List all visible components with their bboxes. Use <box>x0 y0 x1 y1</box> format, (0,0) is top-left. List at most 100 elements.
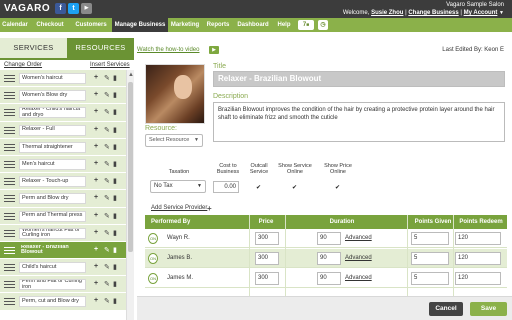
plus-icon[interactable]: + <box>94 194 98 201</box>
service-name-button[interactable]: Relaxer - Touch-up <box>19 176 86 188</box>
how-to-video-link[interactable]: Watch the how-to video <box>137 47 199 53</box>
advanced-link[interactable]: Advanced <box>345 235 372 241</box>
service-name-button[interactable]: Perm and Thermal press <box>19 210 86 222</box>
plus-icon[interactable]: + <box>94 246 98 253</box>
change-business-link[interactable]: Change Business <box>408 10 458 16</box>
pencil-icon[interactable]: ✎ <box>104 229 110 237</box>
trash-icon[interactable]: ▮ <box>113 126 117 134</box>
plus-icon[interactable]: + <box>94 229 98 236</box>
youtube-icon[interactable]: ▶ <box>81 3 92 14</box>
list-item[interactable]: Perm and Flat or Curling iron + ✎ ▮ <box>0 276 126 294</box>
pencil-icon[interactable]: ✎ <box>104 91 110 99</box>
cost-to-business-input[interactable]: 0.00 <box>213 181 239 193</box>
plus-icon[interactable]: + <box>94 74 98 81</box>
list-item[interactable]: Perm, cut and Blow dry + ✎ ▮ <box>0 293 126 311</box>
service-name-button[interactable]: Thermal straightener <box>19 141 86 153</box>
pencil-icon[interactable]: ✎ <box>104 212 110 220</box>
pencil-icon[interactable]: ✎ <box>104 263 110 271</box>
taxation-select[interactable]: No Tax ▼ <box>150 180 206 193</box>
drag-handle-icon[interactable] <box>4 195 15 203</box>
price-input[interactable]: 300 <box>255 252 279 265</box>
service-name-button[interactable]: Relaxer - Brazilian Blowout <box>19 245 86 256</box>
drag-handle-icon[interactable] <box>4 264 15 272</box>
trash-icon[interactable]: ▮ <box>113 263 117 271</box>
pencil-icon[interactable]: ✎ <box>104 177 110 185</box>
drag-handle-icon[interactable] <box>4 75 15 82</box>
nav-manage-business[interactable]: Manage Business <box>112 18 168 32</box>
nav-help[interactable]: Help <box>274 18 294 32</box>
points-given-input[interactable]: 5 <box>411 232 449 245</box>
list-item[interactable]: Women's haircut + ✎ ▮ <box>0 70 126 88</box>
plus-icon[interactable]: + <box>94 160 98 167</box>
drag-handle-icon[interactable] <box>4 212 15 220</box>
pencil-icon[interactable]: ✎ <box>104 280 110 288</box>
points-redeem-input[interactable]: 120 <box>455 252 501 265</box>
trash-icon[interactable]: ▮ <box>113 194 117 202</box>
nav-reports[interactable]: Reports <box>205 18 231 32</box>
points-given-input[interactable]: 5 <box>411 272 449 285</box>
trash-icon[interactable]: ▮ <box>113 177 117 185</box>
trash-icon[interactable]: ▮ <box>113 246 117 254</box>
trash-icon[interactable]: ▮ <box>113 280 117 288</box>
drag-handle-icon[interactable] <box>4 160 15 168</box>
scroll-thumb[interactable] <box>128 82 133 252</box>
nav-calendar[interactable]: Calendar <box>0 18 30 32</box>
service-photo[interactable] <box>145 64 205 124</box>
drag-handle-icon[interactable] <box>4 126 15 134</box>
pencil-icon[interactable]: ✎ <box>104 246 110 254</box>
drag-handle-icon[interactable] <box>4 143 15 151</box>
notification-badge[interactable]: 7■ <box>298 20 314 30</box>
service-name-button[interactable]: Relaxer - Child's haircut and dryo <box>19 107 86 119</box>
points-redeem-input[interactable]: 120 <box>455 272 501 285</box>
pencil-icon[interactable]: ✎ <box>104 160 110 168</box>
show-service-online-checkbox[interactable]: ✔ <box>292 184 297 191</box>
list-item[interactable]: Women's Blow dry + ✎ ▮ <box>0 87 126 105</box>
nav-dashboard[interactable]: Dashboard <box>236 18 270 32</box>
trash-icon[interactable]: ▮ <box>113 143 117 151</box>
plus-icon[interactable]: + <box>94 91 98 98</box>
change-order-link[interactable]: Change Order <box>4 62 42 68</box>
service-name-button[interactable]: Women's haircut Flat or Curling iron <box>19 227 86 239</box>
drag-handle-icon[interactable] <box>4 246 15 254</box>
service-list-scrollbar[interactable]: ▲ <box>126 70 134 320</box>
drag-handle-icon[interactable] <box>4 178 15 186</box>
resource-select[interactable]: Select Resource ▼ <box>145 134 203 147</box>
service-name-button[interactable]: Perm and Blow dry <box>19 193 86 205</box>
list-item[interactable]: Relaxer - Touch-up + ✎ ▮ <box>0 173 126 191</box>
service-name-button[interactable]: Perm and Flat or Curling iron <box>19 279 86 291</box>
facebook-icon[interactable]: f <box>55 3 66 14</box>
pencil-icon[interactable]: ✎ <box>104 297 110 305</box>
plus-icon[interactable]: + <box>94 280 98 287</box>
service-name-button[interactable]: Women's Blow dry <box>19 90 86 102</box>
service-name-button[interactable]: Child's haircut <box>19 262 86 274</box>
nav-marketing[interactable]: Marketing <box>170 18 200 32</box>
drag-handle-icon[interactable] <box>4 109 15 117</box>
save-button[interactable]: Save <box>470 302 507 316</box>
twitter-icon[interactable]: t <box>68 3 79 14</box>
service-name-button[interactable]: Men's haircut <box>19 158 86 170</box>
plus-icon[interactable]: + <box>94 263 98 270</box>
description-textarea[interactable]: Brazilian Blowout improves the condition… <box>213 102 505 142</box>
scroll-up-arrow-icon[interactable]: ▲ <box>128 72 134 78</box>
pencil-icon[interactable]: ✎ <box>104 108 110 116</box>
list-item[interactable]: Child's haircut + ✎ ▮ <box>0 259 126 277</box>
plus-icon[interactable]: + <box>94 126 98 133</box>
show-price-online-checkbox[interactable]: ✔ <box>335 184 340 191</box>
pencil-icon[interactable]: ✎ <box>104 143 110 151</box>
trash-icon[interactable]: ▮ <box>113 160 117 168</box>
pencil-icon[interactable]: ✎ <box>104 126 110 134</box>
insert-services-link[interactable]: Insert Services <box>90 62 130 68</box>
list-item[interactable]: Women's haircut Flat or Curling iron + ✎ ▮ <box>0 224 126 242</box>
duration-input[interactable]: 90 <box>317 252 341 265</box>
trash-icon[interactable]: ▮ <box>113 229 117 237</box>
drag-handle-icon[interactable] <box>4 229 15 237</box>
my-account-link[interactable]: My Account <box>464 10 498 16</box>
list-item[interactable]: Perm and Blow dry + ✎ ▮ <box>0 190 126 208</box>
add-service-provider-link[interactable]: Add Service Provider <box>151 205 207 211</box>
pencil-icon[interactable]: ✎ <box>104 74 110 82</box>
vagaro-logo[interactable]: VAGARO <box>4 3 50 14</box>
plus-icon[interactable]: + <box>207 204 212 213</box>
advanced-link[interactable]: Advanced <box>345 275 372 281</box>
cancel-button[interactable]: Cancel <box>429 302 463 316</box>
list-item[interactable]: Relaxer - Full + ✎ ▮ <box>0 121 126 139</box>
